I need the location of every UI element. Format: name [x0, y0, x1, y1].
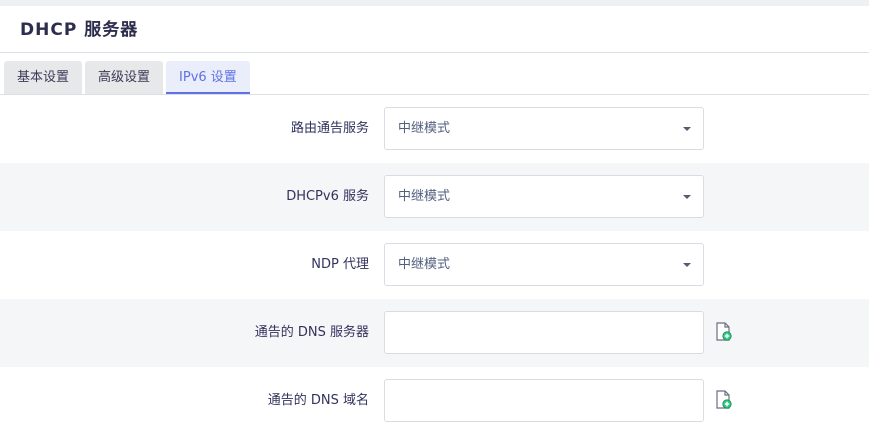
dns-domains-input[interactable]	[384, 379, 704, 422]
add-entry-icon[interactable]	[715, 322, 733, 342]
tab-basic-settings[interactable]: 基本设置	[4, 61, 83, 94]
ndp-proxy-label: NDP 代理	[311, 257, 369, 272]
router-advert-select[interactable]: 中继模式	[384, 107, 704, 150]
ndp-proxy-value: 中继模式	[398, 257, 451, 272]
dhcpv6-label: DHCPv6 服务	[286, 189, 369, 204]
dhcpv6-select[interactable]: 中继模式	[384, 175, 704, 218]
tab-ipv6-settings[interactable]: IPv6 设置	[166, 61, 250, 94]
ipv6-settings-form: 路由通告服务 中继模式 DHCPv6 服务 中继模式 NDP 代理 中继模式 通…	[0, 95, 869, 435]
tab-advanced-settings[interactable]: 高级设置	[85, 61, 164, 94]
dhcpv6-row: DHCPv6 服务 中继模式	[0, 163, 869, 231]
title-divider	[0, 52, 869, 53]
tab-bar: 基本设置 高级设置 IPv6 设置	[4, 61, 250, 94]
router-advert-value: 中继模式	[398, 121, 451, 136]
dns-domains-row: 通告的 DNS 域名	[0, 367, 869, 435]
top-strip	[0, 0, 869, 6]
router-advert-row: 路由通告服务 中继模式	[0, 95, 869, 163]
dns-domains-label: 通告的 DNS 域名	[267, 393, 369, 408]
chevron-down-icon	[683, 195, 691, 199]
chevron-down-icon	[683, 263, 691, 267]
add-entry-icon[interactable]	[715, 390, 733, 410]
ndp-proxy-row: NDP 代理 中继模式	[0, 231, 869, 299]
dns-servers-row: 通告的 DNS 服务器	[0, 299, 869, 367]
dns-servers-label: 通告的 DNS 服务器	[254, 325, 369, 340]
dhcpv6-value: 中继模式	[398, 189, 451, 204]
router-advert-label: 路由通告服务	[290, 121, 369, 136]
ndp-proxy-select[interactable]: 中继模式	[384, 243, 704, 286]
chevron-down-icon	[683, 127, 691, 131]
dns-servers-input[interactable]	[384, 311, 704, 354]
section-title: DHCP 服务器	[20, 20, 139, 40]
